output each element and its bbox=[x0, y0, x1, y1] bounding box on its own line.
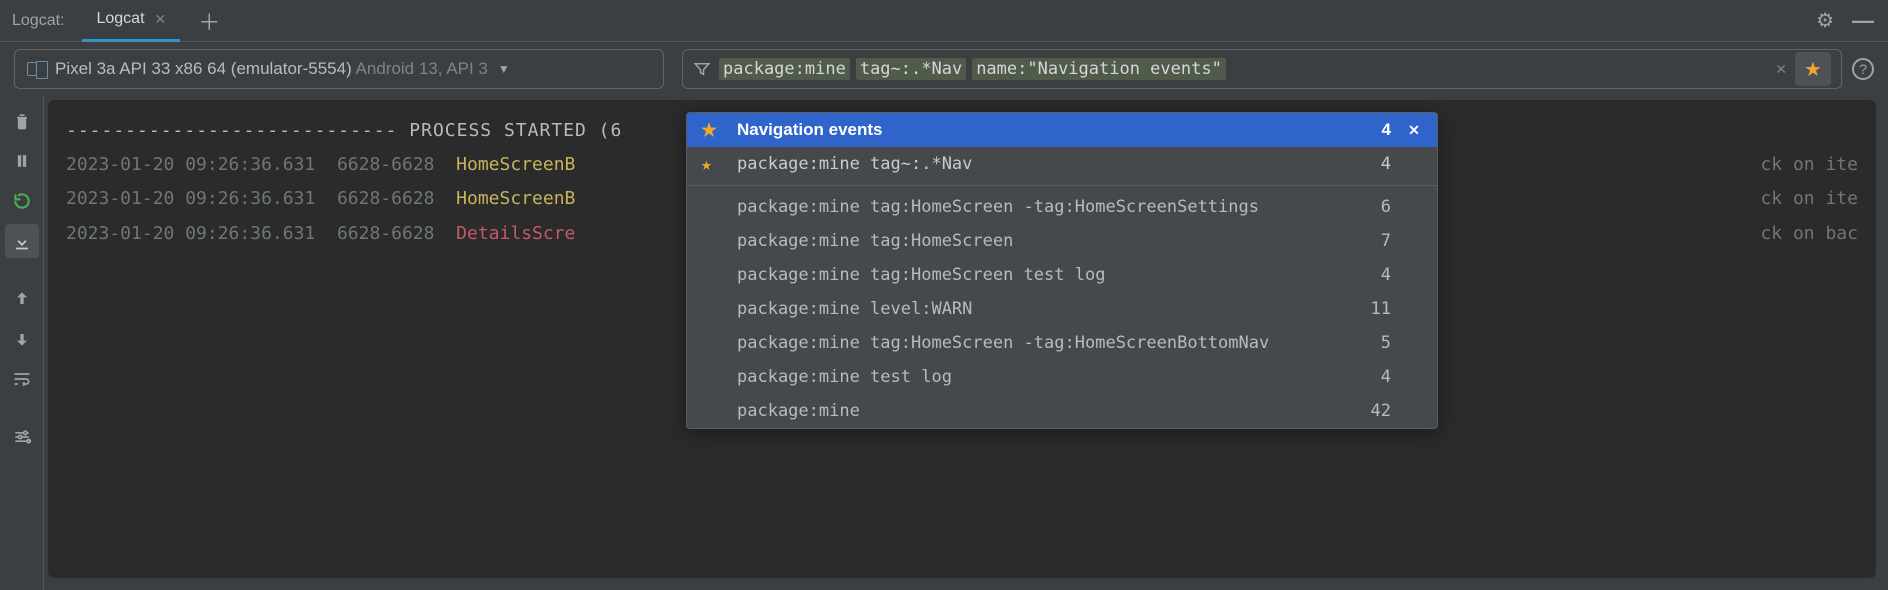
filter-tokens: package:mine tag~:.*Nav name:"Navigation… bbox=[719, 58, 1767, 80]
suggestion-label: package:mine level:WARN bbox=[737, 299, 1337, 319]
filter-suggestions-popup: ★ Navigation events 4 ✕ ★ package:mine t… bbox=[686, 112, 1438, 429]
remove-suggestion-icon[interactable]: ✕ bbox=[1405, 122, 1423, 139]
separator bbox=[687, 185, 1437, 186]
next-button[interactable] bbox=[5, 322, 39, 356]
suggestion-count: 4 bbox=[1351, 367, 1391, 387]
suggestion-label: package:mine tag:HomeScreen -tag:HomeScr… bbox=[737, 333, 1337, 353]
suggestion-history[interactable]: package:mine tag:HomeScreen test log 4 bbox=[687, 258, 1437, 292]
soft-wrap-button[interactable] bbox=[5, 362, 39, 396]
suggestion-count: 42 bbox=[1351, 401, 1391, 421]
help-icon[interactable]: ? bbox=[1852, 58, 1874, 80]
gear-icon[interactable]: ⚙ bbox=[1816, 8, 1834, 33]
suggestion-count: 4 bbox=[1351, 265, 1391, 285]
logcat-tab-bar: Logcat: Logcat ✕ ＋ ⚙ — bbox=[0, 0, 1888, 42]
suggestion-label: package:mine tag:HomeScreen -tag:HomeScr… bbox=[737, 197, 1337, 217]
filter-token: name:"Navigation events" bbox=[972, 58, 1226, 80]
filter-input[interactable]: package:mine tag~:.*Nav name:"Navigation… bbox=[682, 49, 1842, 89]
tab-logcat[interactable]: Logcat ✕ bbox=[82, 0, 180, 42]
suggestion-count: 6 bbox=[1351, 197, 1391, 217]
suggestion-count: 4 bbox=[1351, 120, 1391, 140]
suggestion-label: package:mine tag:HomeScreen bbox=[737, 231, 1337, 251]
favorite-filter-button[interactable]: ★ bbox=[1795, 52, 1831, 86]
device-meta: Android 13, API 3 bbox=[356, 59, 488, 78]
suggestion-history[interactable]: package:mine tag:HomeScreen 7 bbox=[687, 224, 1437, 258]
suggestion-label: package:mine tag:HomeScreen test log bbox=[737, 265, 1337, 285]
clear-filter-icon[interactable]: ✕ bbox=[1775, 61, 1787, 78]
window-controls: ⚙ — bbox=[1816, 8, 1888, 34]
filter-toolbar: Pixel 3a API 33 x86 64 (emulator-5554) A… bbox=[0, 42, 1888, 96]
device-selector[interactable]: Pixel 3a API 33 x86 64 (emulator-5554) A… bbox=[14, 49, 664, 89]
suggestion-label: package:mine tag~:.*Nav bbox=[737, 154, 1337, 174]
suggestion-history[interactable]: package:mine tag:HomeScreen -tag:HomeScr… bbox=[687, 326, 1437, 360]
suggestion-history[interactable]: package:mine tag:HomeScreen -tag:HomeScr… bbox=[687, 190, 1437, 224]
previous-button[interactable] bbox=[5, 282, 39, 316]
suggestion-count: 4 bbox=[1351, 154, 1391, 174]
filter-token: package:mine bbox=[719, 58, 850, 80]
suggestion-history[interactable]: package:mine level:WARN 11 bbox=[687, 292, 1437, 326]
pause-logcat-button[interactable] bbox=[5, 144, 39, 178]
restart-logcat-button[interactable] bbox=[5, 184, 39, 218]
add-tab-icon[interactable]: ＋ bbox=[198, 5, 220, 37]
suggestion-label: package:mine bbox=[737, 401, 1337, 421]
star-icon: ★ bbox=[701, 120, 723, 141]
suggestion-history[interactable]: package:mine test log 4 bbox=[687, 360, 1437, 394]
device-text: Pixel 3a API 33 x86 64 (emulator-5554) A… bbox=[55, 59, 488, 79]
suggestion-label: Navigation events bbox=[737, 120, 1337, 140]
tab-label: Logcat bbox=[96, 10, 144, 28]
device-icon bbox=[27, 62, 45, 76]
scroll-to-end-button[interactable] bbox=[5, 224, 39, 258]
suggestion-count: 11 bbox=[1351, 299, 1391, 319]
star-icon: ★ bbox=[1804, 57, 1822, 82]
chevron-down-icon: ▼ bbox=[498, 62, 510, 76]
settings-button[interactable] bbox=[5, 420, 39, 454]
suggestion-favorite[interactable]: ★ Navigation events 4 ✕ bbox=[687, 113, 1437, 147]
close-icon[interactable]: ✕ bbox=[155, 11, 167, 28]
clear-logcat-button[interactable] bbox=[5, 104, 39, 138]
suggestion-favorite[interactable]: ★ package:mine tag~:.*Nav 4 bbox=[687, 147, 1437, 181]
suggestion-history[interactable]: package:mine 42 bbox=[687, 394, 1437, 428]
device-name: Pixel 3a API 33 x86 64 (emulator-5554) bbox=[55, 59, 352, 78]
star-icon: ★ bbox=[701, 154, 723, 175]
minimize-icon[interactable]: — bbox=[1852, 8, 1874, 34]
suggestion-count: 7 bbox=[1351, 231, 1391, 251]
suggestion-label: package:mine test log bbox=[737, 367, 1337, 387]
suggestion-count: 5 bbox=[1351, 333, 1391, 353]
panel-title: Logcat: bbox=[12, 12, 64, 30]
filter-icon bbox=[693, 60, 711, 78]
filter-token: tag~:.*Nav bbox=[856, 58, 966, 80]
logcat-side-toolbar bbox=[0, 96, 44, 590]
